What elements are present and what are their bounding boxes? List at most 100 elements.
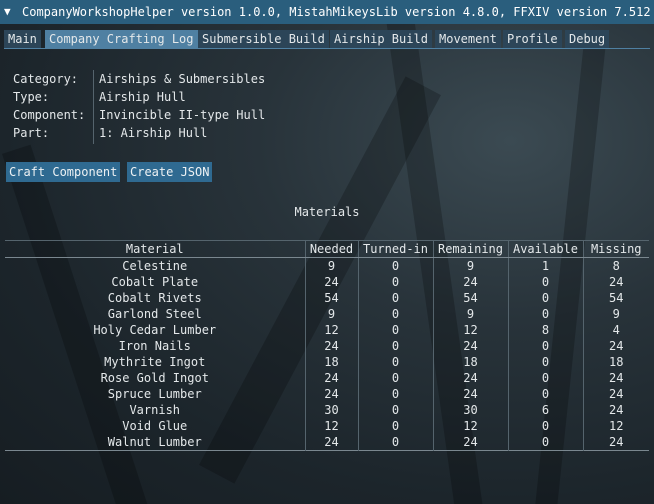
cell-available: 0 <box>508 290 584 306</box>
materials-body: Celestine 9 0 9 1 8 Cobalt Plate 24 0 24 0 24 Cobalt… <box>5 257 649 451</box>
cell-missing: 12 <box>609 419 624 433</box>
cell-material: Walnut Lumber <box>5 434 306 451</box>
cell-needed: 24 <box>305 386 359 402</box>
tab-underline <box>4 48 650 49</box>
table-row: Walnut Lumber 24 0 24 0 24 <box>5 434 649 451</box>
cell-needed: 24 <box>305 434 359 451</box>
cell-needed: 12 <box>305 418 359 434</box>
cell-remaining: 9 <box>433 257 509 274</box>
cell-material: Spruce Lumber <box>5 386 306 402</box>
cell-remaining: 24 <box>433 370 509 386</box>
cell-needed: 30 <box>305 402 359 418</box>
component-label: Component: <box>13 108 86 122</box>
craft-component-button[interactable]: Craft Component <box>6 162 121 182</box>
cell-needed: 24 <box>305 274 359 290</box>
window-titlebar[interactable]: ▼ CompanyWorkshopHelper version 1.0.0, M… <box>0 0 654 24</box>
cell-material: Cobalt Rivets <box>5 290 306 306</box>
cell-material: Mythrite Ingot <box>5 354 306 370</box>
tab-company-crafting-log[interactable]: Company Crafting Log <box>45 30 198 48</box>
column-header-missing[interactable]: Missing <box>583 240 649 258</box>
cell-available: 0 <box>508 306 584 322</box>
cell-remaining: 24 <box>433 338 509 354</box>
cell-turned-in: 0 <box>358 386 434 402</box>
cell-missing: 9 <box>612 307 620 321</box>
cell-turned-in: 0 <box>358 290 434 306</box>
table-row: Spruce Lumber 24 0 24 0 24 <box>5 386 649 402</box>
table-row: Celestine 9 0 9 1 8 <box>5 257 649 274</box>
cell-remaining: 24 <box>433 434 509 451</box>
column-header-turned-in[interactable]: Turned-in <box>358 240 434 258</box>
cell-available: 0 <box>508 338 584 354</box>
cell-missing: 24 <box>609 435 624 449</box>
cell-turned-in: 0 <box>358 257 434 274</box>
materials-title: Materials <box>294 205 360 219</box>
cell-available: 1 <box>508 257 584 274</box>
cell-material: Celestine <box>5 257 306 274</box>
table-row: Void Glue 12 0 12 0 12 <box>5 418 649 434</box>
cell-turned-in: 0 <box>358 418 434 434</box>
cell-needed: 54 <box>305 290 359 306</box>
tab-debug[interactable]: Debug <box>565 30 610 48</box>
cell-turned-in: 0 <box>358 354 434 370</box>
tab-airship-build[interactable]: Airship Build <box>330 30 432 48</box>
table-row: Rose Gold Ingot 24 0 24 0 24 <box>5 370 649 386</box>
tab-profile[interactable]: Profile <box>503 30 562 48</box>
cell-missing: 8 <box>612 259 620 273</box>
cell-missing: 24 <box>609 403 624 417</box>
cell-needed: 12 <box>305 322 359 338</box>
part-label: Part: <box>13 126 50 140</box>
cell-needed: 9 <box>305 257 359 274</box>
type-label: Type: <box>13 90 50 104</box>
cell-needed: 24 <box>305 370 359 386</box>
cell-remaining: 9 <box>433 306 509 322</box>
cell-turned-in: 0 <box>358 322 434 338</box>
cell-available: 0 <box>508 418 584 434</box>
table-row: Varnish 30 0 30 6 24 <box>5 402 649 418</box>
table-row: Mythrite Ingot 18 0 18 0 18 <box>5 354 649 370</box>
materials-table: Material Needed Turned-in Remaining Avai… <box>5 240 649 451</box>
tab-submersible-build[interactable]: Submersible Build <box>198 30 329 48</box>
cell-remaining: 12 <box>433 418 509 434</box>
cell-available: 0 <box>508 370 584 386</box>
window-title: CompanyWorkshopHelper version 1.0.0, Mis… <box>22 5 651 19</box>
column-header-material[interactable]: Material <box>5 240 306 258</box>
table-row: Iron Nails 24 0 24 0 24 <box>5 338 649 354</box>
category-value: Airships & Submersibles <box>99 72 266 86</box>
column-header-available[interactable]: Available <box>508 240 584 258</box>
cell-material: Garlond Steel <box>5 306 306 322</box>
cell-missing: 24 <box>609 371 624 385</box>
collapse-triangle-icon[interactable]: ▼ <box>4 5 11 18</box>
cell-needed: 18 <box>305 354 359 370</box>
cell-needed: 9 <box>305 306 359 322</box>
cell-turned-in: 0 <box>358 274 434 290</box>
cell-remaining: 24 <box>433 274 509 290</box>
cell-material: Holy Cedar Lumber <box>5 322 306 338</box>
cell-material: Void Glue <box>5 418 306 434</box>
cell-available: 0 <box>508 354 584 370</box>
tab-movement[interactable]: Movement <box>435 30 501 48</box>
cell-material: Iron Nails <box>5 338 306 354</box>
cell-turned-in: 0 <box>358 434 434 451</box>
component-value: Invincible II-type Hull <box>99 108 266 122</box>
cell-available: 6 <box>508 402 584 418</box>
column-header-needed[interactable]: Needed <box>305 240 359 258</box>
column-header-remaining[interactable]: Remaining <box>433 240 509 258</box>
cell-turned-in: 0 <box>358 306 434 322</box>
create-json-button[interactable]: Create JSON <box>127 162 213 182</box>
cell-material: Varnish <box>5 402 306 418</box>
cell-remaining: 24 <box>433 386 509 402</box>
cell-remaining: 30 <box>433 402 509 418</box>
cell-available: 8 <box>508 322 584 338</box>
part-value: 1: Airship Hull <box>99 126 208 140</box>
cell-material: Rose Gold Ingot <box>5 370 306 386</box>
cell-missing: 54 <box>609 291 624 305</box>
table-row: Holy Cedar Lumber 12 0 12 8 4 <box>5 322 649 338</box>
type-value: Airship Hull <box>99 90 186 104</box>
cell-turned-in: 0 <box>358 402 434 418</box>
cell-remaining: 18 <box>433 354 509 370</box>
category-label: Category: <box>13 72 79 86</box>
tab-main[interactable]: Main <box>4 30 41 48</box>
cell-turned-in: 0 <box>358 338 434 354</box>
cell-available: 0 <box>508 386 584 402</box>
materials-header-row: Material Needed Turned-in Remaining Avai… <box>5 240 649 258</box>
